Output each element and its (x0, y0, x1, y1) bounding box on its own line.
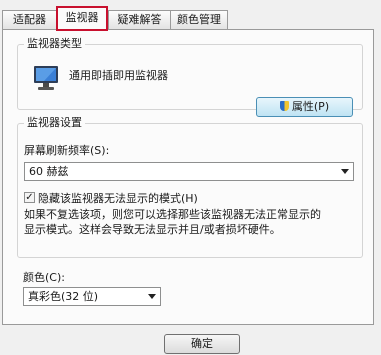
tab-troubleshoot[interactable]: 疑难解答 (108, 10, 171, 29)
colors-label: 颜色(C): (23, 271, 65, 284)
colors-select[interactable]: 真彩色(32 位) (23, 287, 161, 306)
monitor-type-legend: 监视器类型 (24, 37, 85, 51)
monitor-name: 通用即插即用监视器 (69, 69, 168, 82)
hide-modes-label: 隐藏该监视器无法显示的模式(H) (38, 192, 198, 205)
colors-value: 真彩色(32 位) (28, 290, 99, 303)
warning-line-1: 如果不复选该项，则您可以选择那些该监视器无法正常显示的 (24, 208, 321, 221)
chevron-down-icon (148, 294, 156, 299)
tab-color-management[interactable]: 颜色管理 (170, 10, 228, 29)
ok-button[interactable]: 确定 (164, 334, 240, 354)
monitor-settings-legend: 监视器设置 (24, 116, 85, 130)
chevron-down-icon (341, 169, 349, 174)
monitor-type-group: 监视器类型 通用即插即用监视器 属性(P) (17, 37, 363, 117)
tab-adapter[interactable]: 适配器 (2, 10, 57, 29)
monitor-tab-panel: 监视器类型 通用即插即用监视器 属性(P) 监视器设置 屏幕刷新频率(S): 6… (2, 29, 374, 325)
tab-monitor[interactable]: 监视器 (56, 6, 108, 31)
refresh-rate-label: 屏幕刷新频率(S): (24, 144, 110, 157)
properties-button-label: 属性(P) (291, 100, 330, 113)
monitor-icon (34, 66, 58, 90)
refresh-rate-select[interactable]: 60 赫兹 (24, 162, 354, 181)
tab-strip: 适配器 监视器 疑难解答 颜色管理 (0, 6, 381, 31)
monitor-settings-group: 监视器设置 屏幕刷新频率(S): 60 赫兹 ✓ 隐藏该监视器无法显示的模式(H… (17, 116, 363, 258)
refresh-rate-value: 60 赫兹 (29, 165, 69, 178)
shield-icon (279, 101, 289, 111)
warning-line-2: 显示模式。这样会导致无法显示并且/或者损坏硬件。 (24, 223, 281, 236)
hide-modes-checkbox[interactable]: ✓ (24, 192, 35, 203)
properties-button[interactable]: 属性(P) (256, 97, 353, 117)
